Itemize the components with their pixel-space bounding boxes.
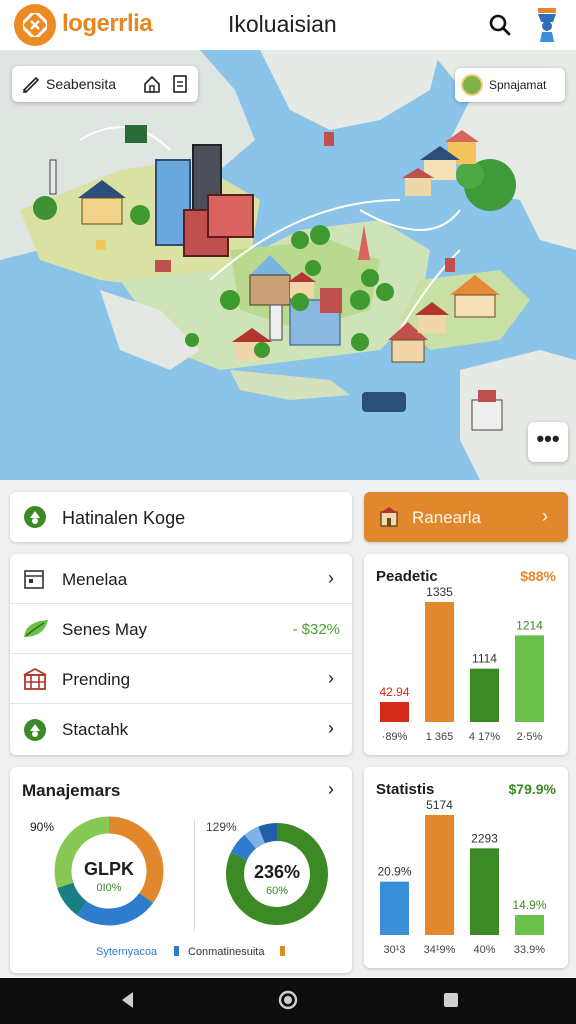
action-button-label: Ranearla [412, 508, 481, 527]
chevron-right-icon: › [328, 779, 334, 799]
list-item-label: Stactahk [62, 720, 129, 739]
bar-value-label: 14.9% [512, 898, 546, 912]
bar-value-label: 1214 [516, 618, 543, 632]
chevron-right-icon: › [542, 506, 548, 526]
divider [194, 819, 195, 931]
bar[interactable] [470, 668, 499, 722]
search-icon[interactable] [484, 8, 518, 42]
map-search-label: Seabensita [46, 76, 117, 92]
bar[interactable] [515, 635, 544, 722]
action-button[interactable]: Ranearla › [364, 492, 568, 542]
bar[interactable] [515, 915, 544, 935]
list-item-label: Senes May [62, 620, 148, 639]
bar-category-label: 30¹3 [383, 944, 405, 956]
chart-title: Statistis [376, 781, 435, 798]
avatar [461, 74, 483, 96]
bar-category-label: 4 17% [469, 731, 500, 743]
donut-corner-label: 129% [206, 820, 237, 834]
chart-total: $79.9% [508, 781, 556, 797]
management-title: Manajemars [22, 781, 121, 800]
hero-card[interactable]: Hatinalen Koge [10, 492, 352, 542]
map-view[interactable]: Seabensita Spnajamat ••• [0, 50, 576, 480]
home-icon[interactable] [142, 74, 162, 99]
chart-title: Peadetic [376, 568, 438, 585]
donut-segment[interactable] [244, 826, 266, 849]
map-chip-label: Spnajamat [489, 78, 547, 92]
donut-segment[interactable] [230, 834, 257, 861]
bar-category-label: 40% [473, 944, 495, 956]
map-illustration [0, 50, 576, 480]
recycle-icon [22, 504, 48, 535]
menu-list: Menelaa › Senes May - $32% Prending › St… [10, 554, 352, 755]
hero-label: Hatinalen Koge [62, 508, 186, 528]
donut-center-sub: 60% [266, 885, 288, 897]
legend-label: Conmatinesuita [188, 946, 265, 958]
legend-swatch [280, 946, 285, 956]
page-title: Ikoluaisian [228, 11, 337, 37]
bar[interactable] [380, 702, 409, 722]
bar-value-label: 2293 [471, 831, 498, 845]
pen-icon [20, 72, 42, 99]
back-icon[interactable] [118, 989, 138, 1016]
list-item-senes-may[interactable]: Senes May - $32% [10, 604, 352, 654]
bar-value-label: 1335 [426, 585, 453, 599]
list-item-label: Prending [62, 670, 131, 689]
donut-center-title: 236% [254, 862, 300, 882]
chart-total: $88% [520, 568, 556, 584]
bar-value-label: 5174 [426, 798, 453, 812]
donut-segment[interactable] [258, 823, 278, 844]
legend-swatch [174, 946, 179, 956]
system-nav-bar [0, 978, 576, 1024]
app-bar: logerrlia Ikoluaisian [0, 0, 576, 50]
bar-category-label: 2·5% [517, 731, 543, 743]
store-icon [378, 506, 400, 533]
bar[interactable] [425, 815, 454, 935]
recents-icon[interactable] [441, 989, 461, 1016]
bar-category-label: ·89% [382, 731, 408, 743]
chevron-right-icon: › [328, 718, 334, 738]
more-icon[interactable]: ••• [528, 422, 568, 462]
map-filter-chip[interactable]: Spnajamat [455, 68, 565, 102]
bar-category-label: 33.9% [514, 944, 545, 956]
list-item-stactahk[interactable]: Stactahk › [10, 704, 352, 754]
donut-segment[interactable] [76, 892, 154, 926]
donut-center-sub: 0I0% [96, 882, 121, 894]
list-item-prending[interactable]: Prending › [10, 654, 352, 704]
chevron-right-icon: › [328, 668, 334, 688]
bar-value-label: 20.9% [377, 865, 411, 879]
chevron-right-icon: › [328, 568, 334, 588]
user-icon[interactable] [530, 6, 564, 44]
document-icon[interactable] [170, 74, 190, 99]
recycle-icon [22, 717, 48, 748]
bar[interactable] [380, 881, 409, 935]
statistis-chart-card[interactable]: 20.9% 30¹3 5174 34¹9% 2293 40% 14.9% 33.9% Stat… [364, 767, 568, 968]
predictic-chart-card[interactable]: 42.94 ·89% 1335 1 365 1114 4 17% 1214 2·5% Pead… [364, 554, 568, 755]
list-item-menelaa[interactable]: Menelaa › [10, 554, 352, 604]
bar[interactable] [425, 602, 454, 722]
management-card[interactable]: GLPK 0I0% 236% 60% 90% 129% Syternyacoa Conmati… [10, 767, 352, 973]
bar-value-label: 42.94 [379, 685, 409, 699]
legend-label: Syternyacoa [96, 946, 158, 958]
home-button-icon[interactable] [277, 989, 299, 1016]
grid-icon [22, 667, 48, 696]
donut-corner-label: 90% [30, 820, 54, 834]
logo-icon[interactable] [14, 4, 56, 46]
donut-segment[interactable] [57, 882, 88, 916]
calendar-icon [22, 567, 46, 596]
list-item-value: - $32% [292, 621, 340, 638]
logo-text: logerrlia [62, 10, 153, 37]
donut-center-title: GLPK [84, 859, 134, 879]
bar[interactable] [470, 848, 499, 935]
bar-value-label: 1114 [472, 652, 497, 666]
bar-category-label: 34¹9% [424, 944, 456, 956]
map-search-bar[interactable]: Seabensita [12, 66, 198, 102]
list-item-label: Menelaa [62, 570, 128, 589]
leaf-icon [22, 617, 50, 646]
bar-category-label: 1 365 [426, 731, 454, 743]
